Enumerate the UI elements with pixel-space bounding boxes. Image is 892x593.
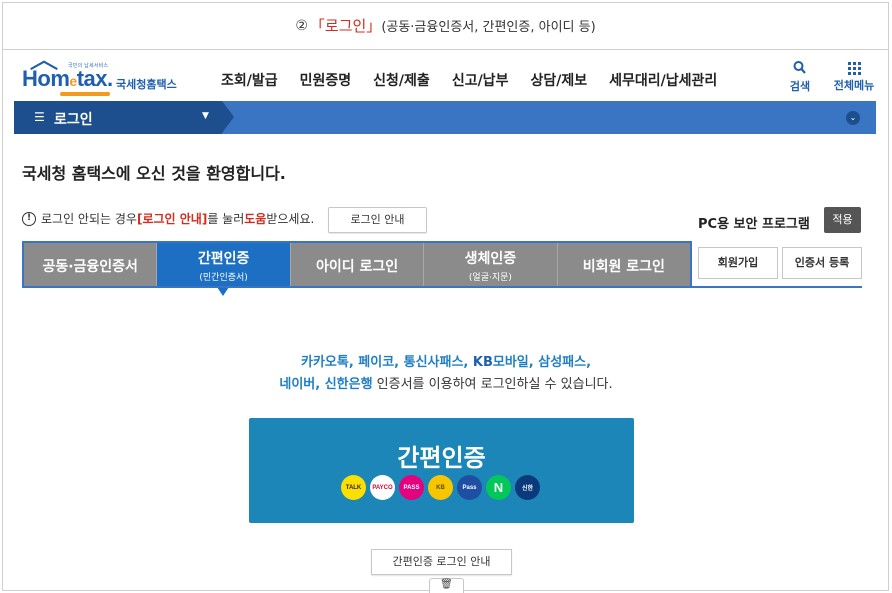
kakaotalk-icon: TALK [341,475,366,500]
tab-biometric[interactable]: 생체인증 (얼굴·지문) [424,243,558,288]
tab-underline [22,286,862,288]
pass-icon: PASS [399,475,424,500]
location-title: 로그인 [54,112,93,128]
nav-item-application[interactable]: 신청/제출 [362,70,441,90]
shinhan-icon: 신한 [515,475,540,500]
welcome-heading: 국세청 홈택스에 오신 것을 환영합니다. [22,164,286,183]
search-button[interactable]: 검색 [778,60,822,94]
search-label: 검색 [789,80,811,93]
search-icon [793,61,806,74]
simple-auth-description: 카카오톡, 페이코, 통신사패스, KB모바일, 삼성패스, 네이버, 신한은행… [279,355,613,392]
logo-swoosh [60,92,110,96]
apply-security-button[interactable]: 적용 [824,207,861,233]
caption-highlight: 「로그인」 [309,17,382,35]
all-menu-label: 전체메뉴 [833,79,875,92]
active-tab-pointer [217,287,229,296]
simple-auth-button[interactable]: 간편인증 TALK PAYCO PASS KB Pass N 신한 [249,418,634,523]
all-menu-button[interactable]: 전체메뉴 [832,60,876,94]
hometax-logo[interactable]: 국민의 납세서비스 Hometax. 국세청홈택스 [20,58,190,98]
logo-subtitle: 국세청홈택스 [116,78,177,91]
caption-number: ② [295,17,308,34]
samsung-pass-icon: Pass [457,475,482,500]
help-text: 도움 [244,212,267,226]
location-bar: ☰ 로그인 ▼ ⌄ [14,101,876,134]
nav-item-inquiry[interactable]: 조회/발급 [210,70,289,90]
login-guide-button[interactable]: 로그인 안내 [328,207,427,233]
main-navigation: 조회/발급 민원증명 신청/제출 신고/납부 상담/제보 세무대리/납세관리 [210,70,728,90]
hamburger-icon: ☰ [34,110,45,124]
caption: ② 「로그인」 (공동·금융인증서, 간편인증, 아이디 등) [2,2,889,50]
utility-menu: 검색 전체메뉴 [778,60,876,94]
location-dropdown[interactable] [14,101,222,134]
tab-joint-certificate[interactable]: 공동·금융인증서 [24,243,158,288]
nav-item-agent[interactable]: 세무대리/납세관리 [598,70,728,90]
login-guide-link-text: [로그인 안내] [136,212,208,226]
nav-item-filing[interactable]: 신고/납부 [441,70,520,90]
login-notice: ! 로그인 안되는 경우 [로그인 안내] 를 눌러 도움 받으세요. [22,210,314,227]
tab-non-member[interactable]: 비회원 로그인 [557,243,691,288]
grid-menu-icon [847,62,861,75]
nav-item-certificate[interactable]: 민원증명 [289,70,363,90]
pc-security-label: PC용 보안 프로그램 [698,217,810,232]
provider-icons: TALK PAYCO PASS KB Pass N 신한 [341,475,540,500]
register-certificate-button[interactable]: 인증서 등록 [782,247,862,279]
chevron-down-icon: ▼ [202,111,209,121]
tab-simple-auth[interactable]: 간편인증 (민간인증서) [157,243,291,288]
simple-auth-label: 간편인증 [397,444,486,472]
join-button[interactable]: 회원가입 [698,247,778,279]
alert-icon: ! [22,211,36,226]
caption-text: (공동·금융인증서, 간편인증, 아이디 등) [381,20,596,35]
nav-item-consult[interactable]: 상담/제보 [519,70,598,90]
expand-circle-icon[interactable]: ⌄ [846,111,860,125]
simple-auth-guide-button[interactable]: 간편인증 로그인 안내 [371,549,512,575]
kb-icon: KB [428,475,453,500]
payco-icon: PAYCO [370,475,395,500]
tab-id-login[interactable]: 아이디 로그인 [290,243,425,288]
logo-brand: Hometax. [22,66,113,91]
login-tabs: 공동·금융인증서 간편인증 (민간인증서) 아이디 로그인 생체인증 (얼굴·지… [22,241,692,288]
trash-icon[interactable]: 🗑 [429,578,464,593]
location-arrow [222,101,234,133]
site-header: 국민의 납세서비스 Hometax. 국세청홈택스 조회/발급 민원증명 신청/… [14,56,876,102]
naver-icon: N [486,475,511,500]
